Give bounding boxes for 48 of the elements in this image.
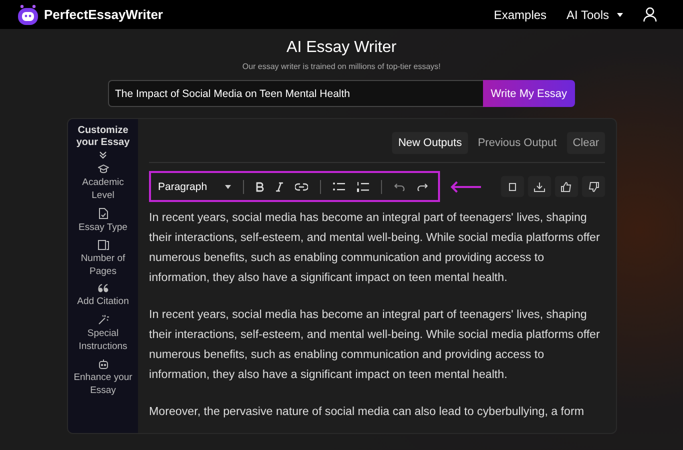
sidebar-item[interactable]: Add Citation (70, 295, 136, 308)
book-icon[interactable] (98, 240, 108, 250)
bold-icon[interactable] (256, 182, 264, 192)
caret-down-icon[interactable] (225, 184, 232, 188)
download-button[interactable] (528, 176, 551, 197)
sidebar-heading: Customize your Essay (75, 125, 131, 149)
copy-icon[interactable] (508, 182, 517, 192)
robot-logo-icon (16, 4, 40, 26)
link-icon[interactable] (295, 182, 308, 190)
copy-button[interactable] (501, 176, 524, 197)
undo-icon[interactable] (394, 182, 406, 190)
double-chevron-icon[interactable] (99, 151, 107, 159)
essay-paragraph: In recent years, social media has become an integral part of teenagers' lives, shaping their interactions, self-esteem, and mental well-being. While social media platforms offer numerous benefits, such as enabling communication and providing access to information, they also have a significant impact on teen mental health. (149, 307, 601, 383)
essay-paragraph: In recent years, social media has become an integral part of teenagers' lives, shaping their interactions, self-esteem, and mental well-being. While social media platforms offer numerous benefits, such as enabling communication and providing access to information, they also have a significant impact on teen mental health. (149, 210, 601, 286)
clear-button[interactable]: Clear (566, 132, 605, 154)
numbered-list-icon[interactable] (357, 182, 370, 192)
thumbs-up-icon[interactable] (561, 182, 572, 192)
redo-icon[interactable] (417, 182, 428, 190)
output-tab[interactable]: New Outputs (392, 132, 468, 154)
thumbs-down-button[interactable] (582, 176, 605, 197)
download-icon[interactable] (534, 182, 545, 192)
italic-icon[interactable] (276, 182, 284, 192)
brand-name[interactable]: PerfectEssayWriter (44, 7, 163, 22)
pointer-arrow-icon (450, 180, 482, 192)
magic-wand-icon[interactable] (98, 314, 108, 325)
bulleted-list-icon[interactable] (333, 182, 346, 191)
quote-icon[interactable] (98, 284, 108, 293)
user-icon[interactable] (643, 7, 657, 22)
sidebar-item[interactable]: Essay Type (70, 221, 136, 234)
essay-paragraph: Moreover, the pervasive nature of social media can also lead to cyberbullying, a form (149, 404, 585, 420)
caret-down-icon[interactable] (617, 12, 623, 16)
document-icon[interactable] (98, 208, 108, 219)
sidebar-item[interactable]: Enhance your Essay (70, 371, 136, 397)
topic-input-field[interactable]: The Impact of Social Media on Teen Mental Health (108, 80, 483, 107)
sidebar-item[interactable]: Academic Level (70, 176, 136, 202)
subtitle: Our essay writer is trained on millions of top-tier essays! (242, 62, 441, 71)
write-essay-button[interactable]: Write My Essay (482, 80, 575, 107)
nav-link[interactable]: AI Tools (566, 8, 609, 22)
graduation-cap-icon[interactable] (98, 164, 108, 174)
robot-icon[interactable] (98, 359, 108, 369)
nav-link[interactable]: Examples (494, 8, 547, 22)
thumbs-down-icon[interactable] (588, 182, 599, 192)
output-tab[interactable]: Previous Output (472, 132, 563, 154)
sidebar-item[interactable]: Number of Pages (70, 252, 136, 278)
thumbs-up-button[interactable] (555, 176, 578, 197)
sidebar-item[interactable]: Special Instructions (70, 327, 136, 353)
page-title: AI Essay Writer (286, 39, 396, 57)
paragraph-dropdown[interactable]: Paragraph (158, 180, 232, 192)
